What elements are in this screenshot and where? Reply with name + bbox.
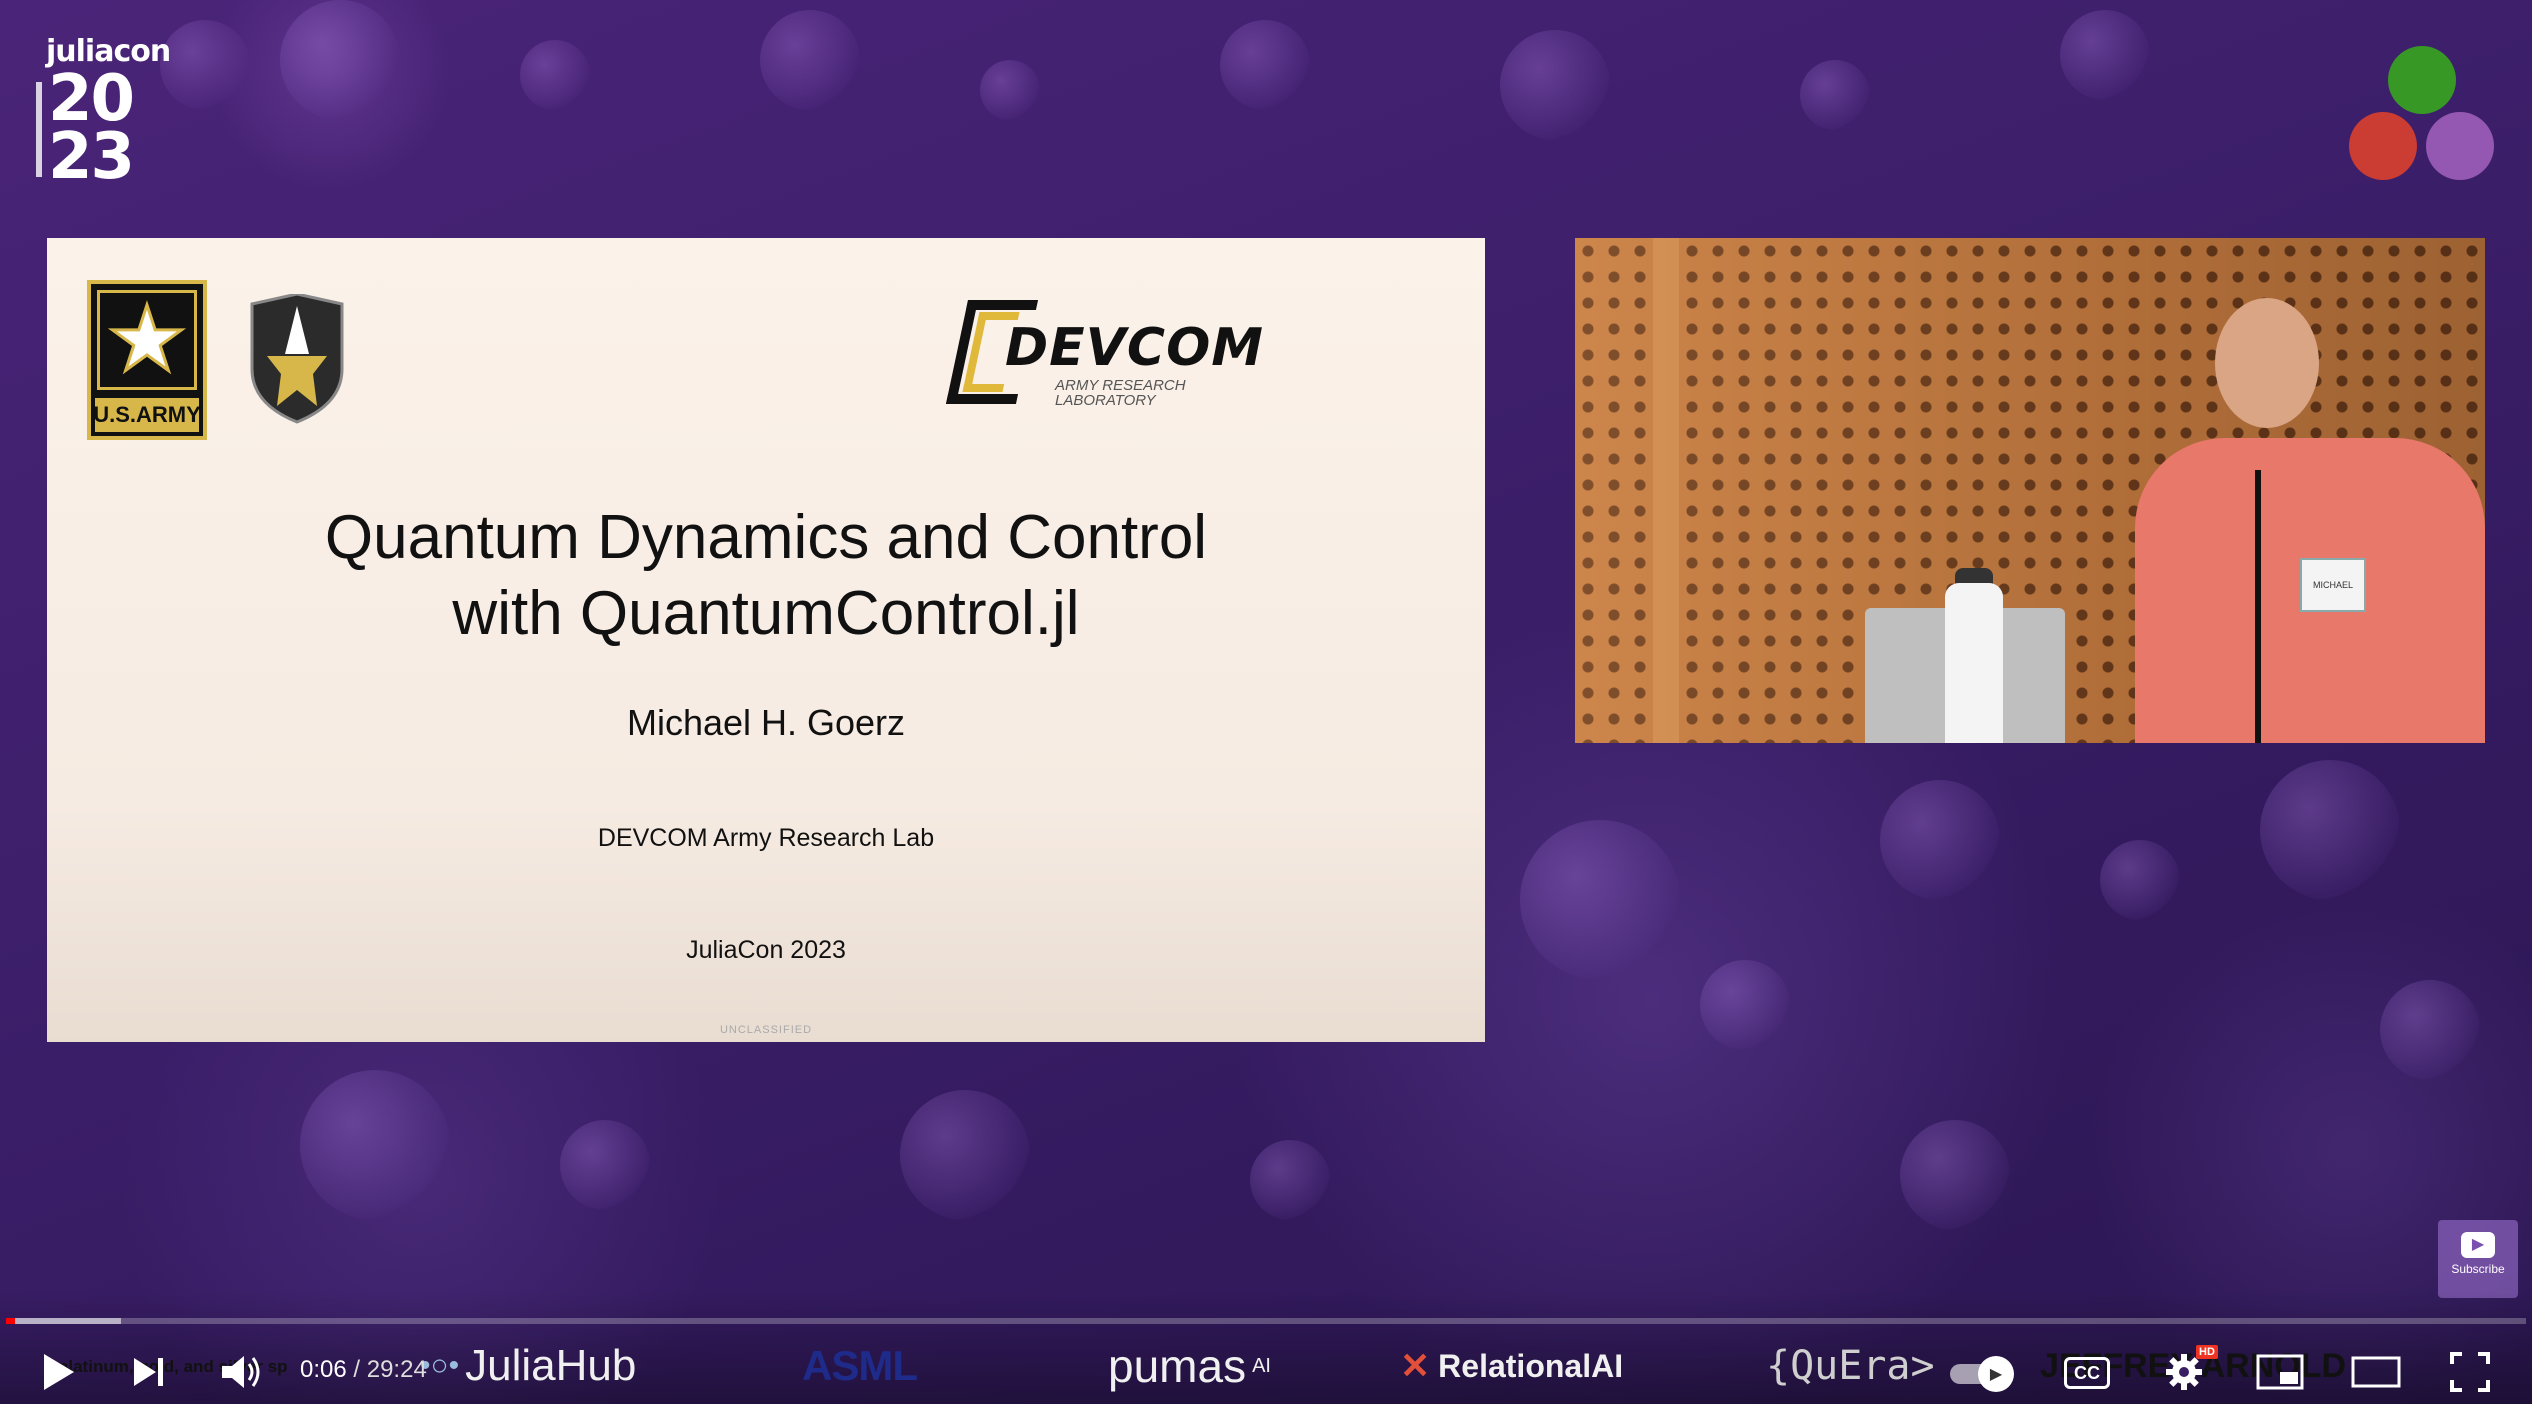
green-dot: [2388, 46, 2456, 114]
miniplayer-icon: [2256, 1354, 2304, 1390]
us-army-logo: ★ U.S.ARMY: [87, 280, 207, 440]
fullscreen-button[interactable]: [2440, 1344, 2500, 1400]
next-button[interactable]: [120, 1344, 176, 1400]
logo-year: 20 23: [48, 67, 135, 194]
juliahub-label: JuliaHub: [465, 1341, 637, 1390]
name-badge-text: MICHAEL: [2312, 580, 2353, 590]
army-star-box: ★: [97, 290, 197, 390]
speaker-video: MICHAEL: [1575, 238, 2485, 743]
captions-button[interactable]: CC: [2064, 1357, 2110, 1389]
red-dot: [2349, 112, 2417, 180]
sponsor-relationalai: ✕ RelationalAI: [1400, 1336, 1623, 1396]
time-display: 0:06 / 29:24: [300, 1356, 427, 1384]
hd-badge: HD: [2196, 1345, 2218, 1359]
sponsor-juliahub: •○• JuliaHub: [420, 1336, 636, 1396]
devcom-subtitle: ARMY RESEARCH LABORATORY: [1055, 378, 1186, 408]
sponsor-quera: {QuEra>: [1766, 1343, 1935, 1389]
logo-year-bottom: 23: [48, 120, 135, 194]
progress-bar[interactable]: [6, 1318, 2526, 1324]
sponsor-pumas: pumas AI: [1108, 1336, 1271, 1396]
presentation-slide: ★ U.S.ARMY DEVCOM ARMY RESEARCH LABORATO…: [47, 238, 1485, 1042]
slide-title-line-2: with QuantumControl.jl: [452, 579, 1080, 648]
slide-title: Quantum Dynamics and Control with Quantu…: [47, 500, 1485, 652]
star-icon: ★: [105, 290, 189, 390]
microphone-stand: [2255, 470, 2261, 743]
name-badge: MICHAEL: [2300, 558, 2366, 612]
slide-title-line-1: Quantum Dynamics and Control: [324, 503, 1208, 572]
progress-buffered: [6, 1318, 121, 1324]
water-bottle: [1945, 583, 2003, 743]
miniplayer-button[interactable]: [2250, 1344, 2310, 1400]
juliacon-logo: juliacon 20 23: [36, 30, 176, 189]
logo-side-strip: [36, 82, 42, 177]
duration: 29:24: [366, 1356, 427, 1383]
volume-icon: [222, 1356, 260, 1388]
purple-dot: [2426, 112, 2494, 180]
speaker-head: [2215, 298, 2319, 428]
slide-author: Michael H. Goerz: [626, 702, 906, 743]
slide-classification: UNCLASSIFIED: [719, 1024, 813, 1036]
relationalai-label: RelationalAI: [1438, 1347, 1624, 1384]
devcom-word: DEVCOM: [1005, 318, 1265, 378]
time-separator: /: [346, 1356, 367, 1383]
theater-mode-button[interactable]: [2346, 1344, 2406, 1400]
devcom-sub-line-1: ARMY RESEARCH: [1055, 377, 1186, 394]
devcom-logo: DEVCOM ARMY RESEARCH LABORATORY: [945, 300, 1277, 410]
devcom-sub-line-2: LABORATORY: [1055, 392, 1156, 409]
autoplay-play-icon: ▶: [1978, 1356, 2014, 1392]
pumas-superscript: AI: [1252, 1354, 1271, 1377]
subscribe-label: Subscribe: [2451, 1262, 2505, 1276]
slide-event: JuliaCon 2023: [686, 936, 846, 964]
autoplay-toggle[interactable]: ▶: [1950, 1356, 2022, 1392]
theater-mode-icon: [2351, 1356, 2401, 1388]
play-button[interactable]: [30, 1344, 86, 1400]
relationalai-icon: ✕: [1400, 1345, 1431, 1386]
army-label: U.S.ARMY: [93, 398, 201, 432]
julia-dots-logo: [2332, 0, 2532, 200]
youtube-play-icon: ▶: [2461, 1232, 2495, 1258]
fullscreen-icon: [2450, 1352, 2490, 1392]
current-time: 0:06: [300, 1356, 347, 1383]
next-icon: [134, 1358, 163, 1386]
slide-affiliation: DEVCOM Army Research Lab: [597, 824, 935, 852]
volume-button[interactable]: [212, 1344, 272, 1400]
pumas-label: pumas: [1108, 1340, 1247, 1392]
speaker-person: MICHAEL: [2115, 298, 2485, 743]
play-icon: [44, 1354, 74, 1390]
sponsor-asml: ASML: [802, 1342, 918, 1389]
progress-played: [6, 1318, 15, 1324]
army-futures-shield-icon: [250, 294, 344, 424]
subscribe-button[interactable]: ▶ Subscribe: [2438, 1220, 2518, 1298]
